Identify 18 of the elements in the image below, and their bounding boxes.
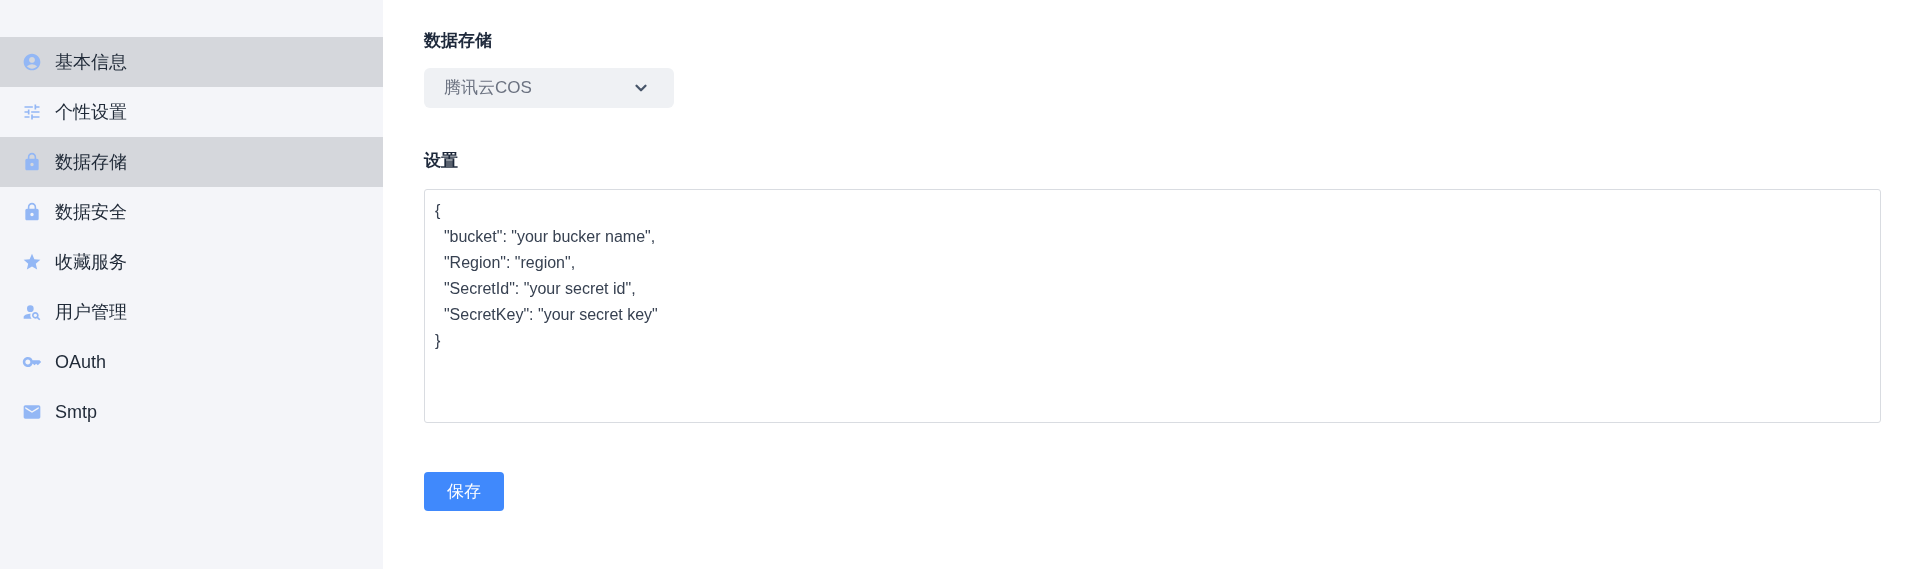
sidebar-item[interactable]: 用户管理 — [0, 287, 383, 337]
sidebar-item[interactable]: 个性设置 — [0, 87, 383, 137]
sidebar-item[interactable]: 数据存储 — [0, 137, 383, 187]
sidebar-item[interactable]: 基本信息 — [0, 37, 383, 87]
sidebar-item[interactable]: Smtp — [0, 387, 383, 437]
sidebar-item[interactable]: OAuth — [0, 337, 383, 387]
sidebar-item[interactable]: 收藏服务 — [0, 237, 383, 287]
lock-icon — [22, 202, 42, 222]
section-heading: 数据存储 — [424, 30, 493, 52]
star-icon — [22, 252, 42, 272]
settings-text-area[interactable]: { "bucket": "your bucker name", "Region": "region", "SecretId": "your secret id", "SecretKey": "your secret key" } — [424, 189, 1881, 423]
storage-select[interactable]: 腾讯云COS — [424, 67, 674, 108]
sidebar-item[interactable]: 数据安全 — [0, 187, 383, 237]
section-heading: 设置 — [424, 149, 459, 172]
user-icon — [22, 302, 42, 322]
sliders-icon — [22, 102, 42, 122]
mail-icon — [22, 402, 42, 422]
lock-icon — [22, 152, 42, 172]
